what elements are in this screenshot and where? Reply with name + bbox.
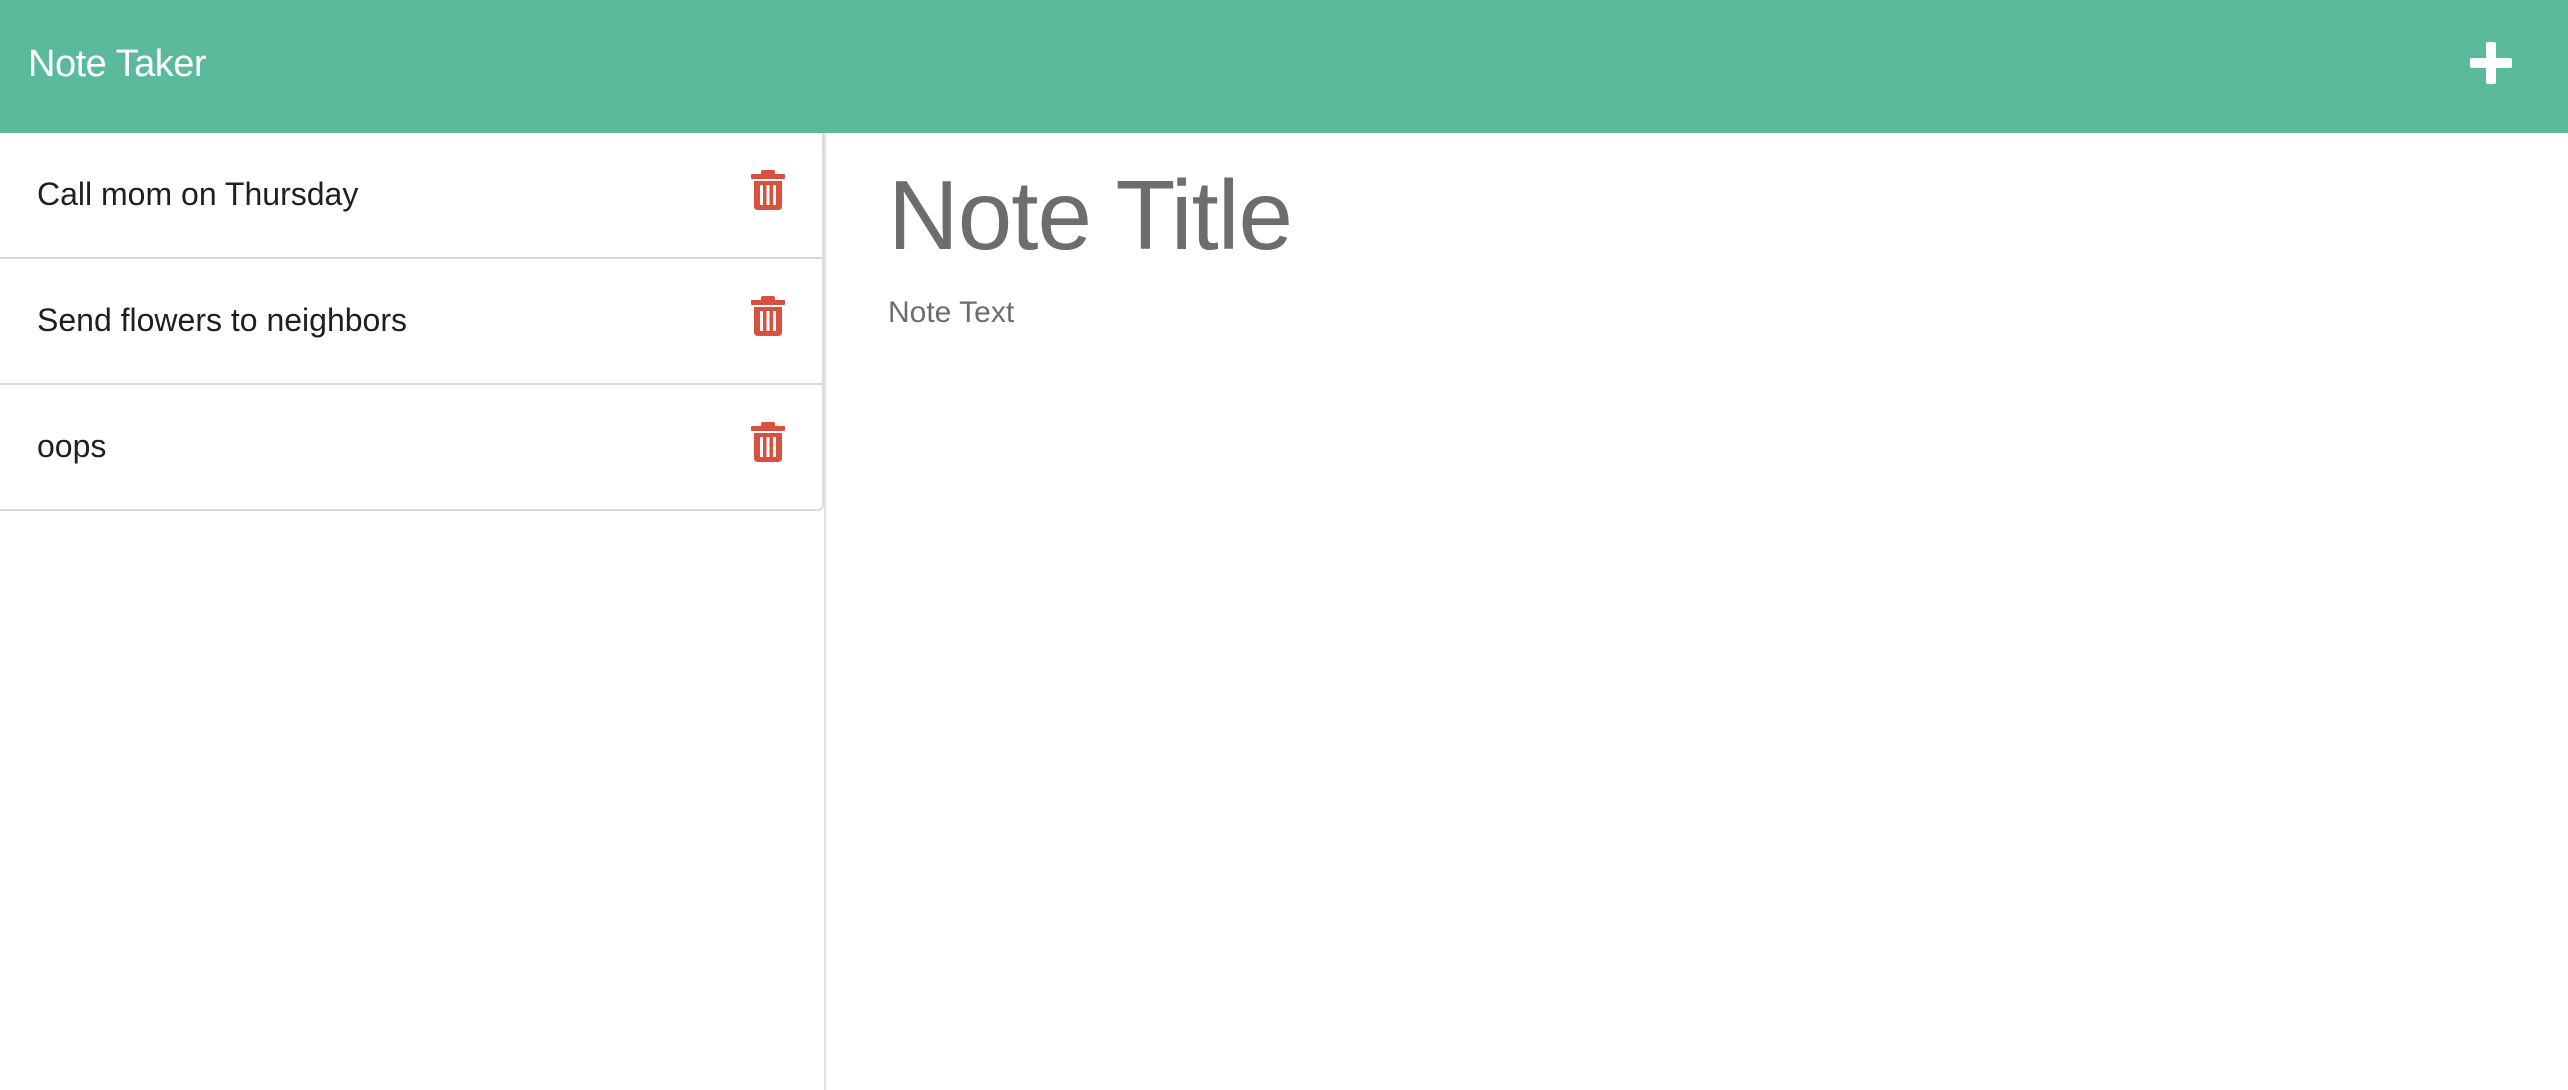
note-item-title[interactable]: Call mom on Thursday [37, 171, 358, 217]
delete-note-button[interactable] [750, 170, 786, 210]
list-item[interactable]: Call mom on Thursday [0, 133, 822, 259]
note-title-input[interactable] [888, 153, 2488, 277]
list-item[interactable]: oops [0, 385, 822, 509]
notes-sidebar: Call mom on Thursday Send flowers to nei… [0, 133, 826, 1090]
trash-icon [751, 170, 785, 210]
delete-note-button[interactable] [750, 296, 786, 336]
list-item[interactable]: Send flowers to neighbors [0, 259, 822, 385]
note-text-input[interactable] [888, 291, 2488, 1031]
note-item-title[interactable]: Send flowers to neighbors [37, 297, 407, 343]
note-list: Call mom on Thursday Send flowers to nei… [0, 133, 824, 511]
trash-icon [751, 296, 785, 336]
delete-note-button[interactable] [750, 422, 786, 462]
app-brand[interactable]: Note Taker [28, 36, 207, 92]
plus-icon [2470, 42, 2512, 84]
note-editor [826, 133, 2568, 1090]
navbar: Note Taker [0, 0, 2568, 133]
note-item-title[interactable]: oops [37, 423, 106, 469]
new-note-button[interactable] [2466, 38, 2516, 88]
trash-icon [751, 422, 785, 462]
